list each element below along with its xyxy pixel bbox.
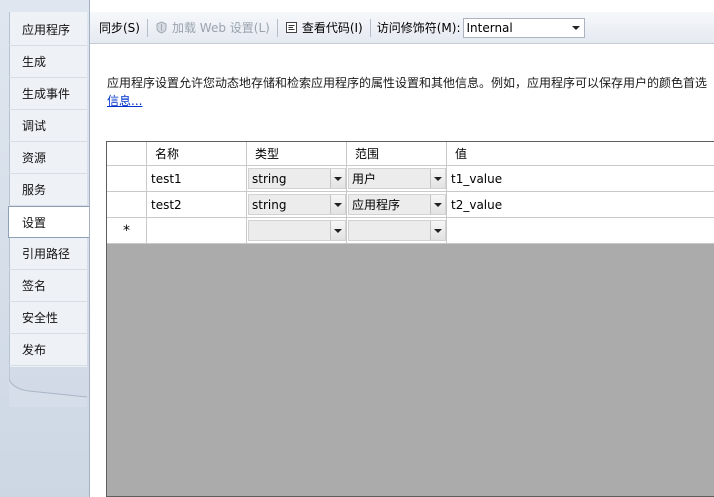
setting-value-cell[interactable]: t2_value (447, 192, 714, 218)
new-type-cell[interactable] (247, 218, 347, 244)
access-modifier-select[interactable]: Internal (462, 17, 585, 38)
chevron-down-icon[interactable] (430, 221, 445, 240)
row-header-corner (107, 142, 147, 166)
setting-value-cell[interactable]: t1_value (447, 166, 714, 192)
type-dropdown[interactable]: string (248, 194, 346, 215)
type-value: string (252, 171, 287, 186)
chevron-down-icon[interactable] (430, 169, 445, 188)
new-name-cell[interactable] (147, 218, 247, 244)
settings-description: 应用程序设置允许您动态地存储和检索应用程序的属性设置和其他信息。例如，应用程序可… (107, 76, 708, 90)
chevron-down-icon[interactable] (330, 169, 345, 188)
view-code-label: 查看代码(I) (301, 21, 363, 35)
sidebar-item-reference-paths[interactable]: 引用路径 (9, 238, 87, 270)
sidebar-item-application[interactable]: 应用程序 (9, 14, 87, 46)
table-row[interactable]: test1 string 用户 t1_value (107, 166, 714, 192)
scope-dropdown[interactable] (348, 220, 446, 241)
new-row[interactable]: * (107, 218, 714, 244)
sidebar-item-resources[interactable]: 资源 (9, 142, 87, 174)
more-info-link[interactable]: 信息... (107, 92, 142, 109)
setting-type-cell[interactable]: string (247, 192, 347, 218)
sidebar-item-services[interactable]: 服务 (9, 174, 87, 206)
new-value-cell[interactable] (447, 218, 714, 244)
column-header-name[interactable]: 名称 (147, 142, 247, 166)
chevron-down-icon[interactable] (330, 221, 345, 240)
chevron-down-icon[interactable] (330, 195, 345, 214)
scope-dropdown[interactable]: 用户 (348, 168, 446, 189)
view-code-icon (285, 22, 297, 33)
access-modifier-label: 访问修饰符(M): (376, 21, 461, 35)
settings-pane: 同步(S) 加载 Web 设置(L) 查看代码(I) 访问修饰符(M): Int… (89, 0, 714, 497)
table-row[interactable]: test2 string 应用程序 t2_value (107, 192, 714, 218)
new-row-marker[interactable]: * (107, 218, 147, 244)
grid-header-row: 名称 类型 范围 值 (107, 142, 714, 166)
chevron-down-icon[interactable] (430, 195, 445, 214)
new-scope-cell[interactable] (347, 218, 447, 244)
toolbar-separator (276, 18, 278, 37)
sidebar-item-signing[interactable]: 签名 (9, 270, 87, 302)
column-header-value[interactable]: 值 (447, 142, 714, 166)
column-header-scope[interactable]: 范围 (347, 142, 447, 166)
load-web-settings-button[interactable]: 加载 Web 设置(L) (152, 17, 273, 39)
setting-scope-cell[interactable]: 应用程序 (347, 192, 447, 218)
view-code-button[interactable]: 查看代码(I) (282, 17, 366, 39)
sidebar-item-security[interactable]: 安全性 (9, 302, 87, 334)
sync-button[interactable]: 同步(S) (96, 17, 143, 39)
sidebar-item-debug[interactable]: 调试 (9, 110, 87, 142)
sidebar-item-settings[interactable]: 设置 (8, 206, 89, 238)
sync-label: 同步(S) (99, 21, 140, 35)
type-dropdown[interactable] (248, 220, 346, 241)
scope-value: 应用程序 (352, 198, 401, 212)
setting-scope-cell[interactable]: 用户 (347, 166, 447, 192)
toolbar-separator (369, 18, 371, 37)
toolbar-separator (146, 18, 148, 37)
row-header[interactable] (107, 192, 147, 218)
toolbar: 同步(S) 加载 Web 设置(L) 查看代码(I) 访问修饰符(M): Int… (90, 12, 714, 44)
scope-value: 用户 (352, 172, 377, 186)
type-value: string (252, 197, 287, 212)
sidebar-item-build-events[interactable]: 生成事件 (9, 78, 87, 110)
load-web-settings-icon (156, 21, 167, 34)
sidebar: 应用程序 生成 生成事件 调试 资源 服务 设置 引用路径 签名 安全性 发布 (0, 0, 89, 497)
row-header[interactable] (107, 166, 147, 192)
setting-name-cell[interactable]: test1 (147, 166, 247, 192)
type-dropdown[interactable]: string (248, 168, 346, 189)
access-modifier-value: Internal (466, 20, 513, 35)
chevron-down-icon[interactable] (568, 19, 584, 37)
scope-dropdown[interactable]: 应用程序 (348, 194, 446, 215)
settings-grid: 名称 类型 范围 值 test1 string 用户 t1_value test… (106, 141, 714, 497)
setting-name-cell[interactable]: test2 (147, 192, 247, 218)
sidebar-item-publish[interactable]: 发布 (9, 334, 87, 366)
setting-type-cell[interactable]: string (247, 166, 347, 192)
load-web-settings-label: 加载 Web 设置(L) (171, 21, 270, 35)
tab-strip-curve (9, 367, 87, 407)
sidebar-item-build[interactable]: 生成 (9, 46, 87, 78)
column-header-type[interactable]: 类型 (247, 142, 347, 166)
